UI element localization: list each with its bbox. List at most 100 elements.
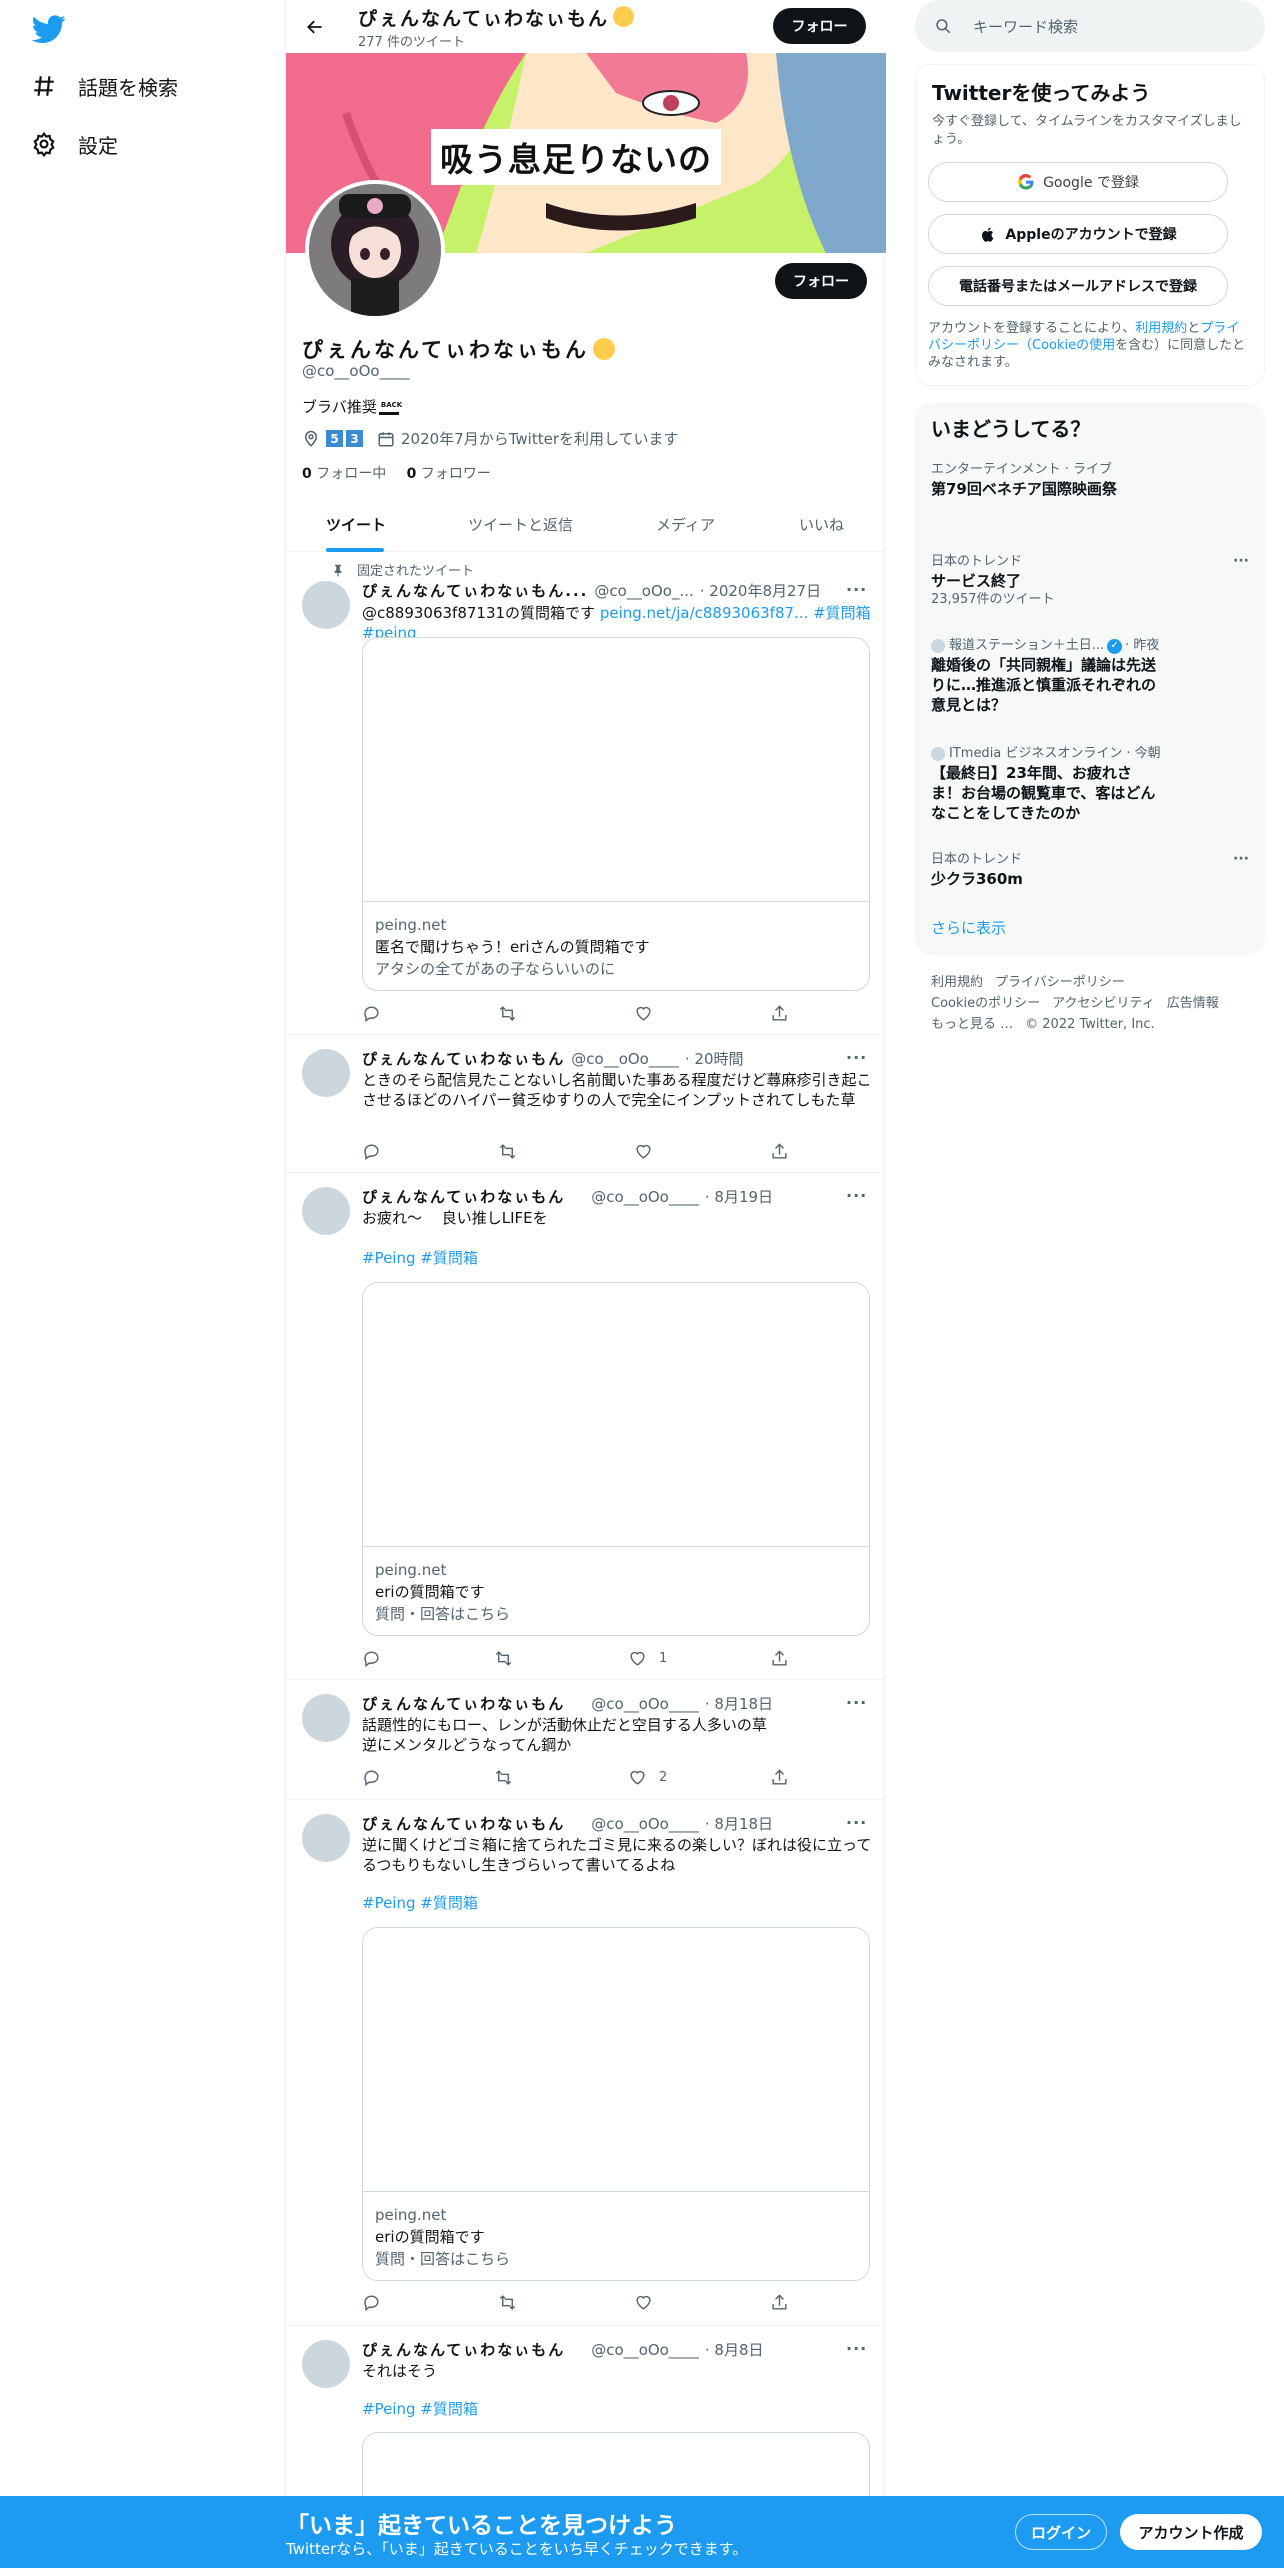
footer-link[interactable]: プライバシーポリシー <box>995 975 1125 990</box>
tab-tweets[interactable]: ツイート <box>326 514 386 535</box>
footer-link[interactable]: アクセシビリティ <box>1052 996 1155 1011</box>
tweet-author-name[interactable]: ぴぇんなんてぃわなぃもん... <box>362 580 588 601</box>
link-card[interactable]: peing.net eriの質問箱です 質問・回答はこちら <box>362 1927 870 2281</box>
tweet-author-handle[interactable]: @co__oOo____ <box>591 1815 699 1833</box>
twitter-logo-icon[interactable] <box>31 12 66 46</box>
share-button[interactable] <box>770 1647 789 1669</box>
tweet[interactable]: ぴぇんなんてぃわなぃもん @co__oOo____ · 8月18日 ··· 話題… <box>286 1680 886 1800</box>
tweet-hashtags[interactable]: #Peing #質問箱 <box>362 1893 872 1913</box>
like-button[interactable] <box>634 2291 665 2313</box>
tweet-author-handle[interactable]: @co__oOo_... <box>594 582 693 600</box>
share-button[interactable] <box>770 1766 789 1788</box>
show-more-link[interactable]: さらに表示 <box>931 917 1006 938</box>
retweet-button[interactable] <box>498 2291 517 2313</box>
retweet-button[interactable] <box>494 1647 513 1669</box>
more-options-icon[interactable]: ··· <box>846 1186 870 1206</box>
terms-link[interactable]: 利用規約 <box>1135 321 1187 336</box>
tweet-avatar[interactable] <box>302 1694 350 1742</box>
reply-button[interactable] <box>362 1140 381 1162</box>
tweet[interactable]: ぴぇんなんてぃわなぃもん @co__oOo____ · 8月18日 ··· 逆に… <box>286 1800 886 2326</box>
share-button[interactable] <box>770 1002 789 1024</box>
apple-signup-button[interactable]: Appleのアカウントで登録 <box>928 214 1228 254</box>
profile-follow-button[interactable]: フォロー <box>775 263 867 299</box>
share-button[interactable] <box>770 2291 789 2313</box>
share-button[interactable] <box>770 1140 789 1162</box>
bottom-bar-subtitle: Twitterなら、「いま」起きていることをいち早くチェックできます。 <box>286 2540 748 2558</box>
more-options-icon[interactable]: ··· <box>846 1693 870 1713</box>
card-title: 匿名で聞けちゃう！eriさんの質問箱です <box>375 938 650 956</box>
trend-name: サービス終了 <box>931 572 1022 590</box>
tweet-author-name[interactable]: ぴぇんなんてぃわなぃもん <box>362 1693 565 1714</box>
retweet-button[interactable] <box>498 1002 517 1024</box>
followers-link[interactable]: 0 フォロワー <box>407 466 491 482</box>
nav-settings[interactable]: 設定 <box>30 124 118 164</box>
reply-button[interactable] <box>362 1647 381 1669</box>
more-options-icon[interactable]: ··· <box>1233 851 1249 867</box>
more-options-icon[interactable]: ··· <box>846 580 870 600</box>
tweet-hashtags[interactable]: #Peing #質問箱 <box>362 2399 872 2419</box>
back-arrow-icon[interactable] <box>298 10 332 44</box>
following-link[interactable]: 0 フォロー中 <box>302 466 386 482</box>
tweet-author-name[interactable]: ぴぇんなんてぃわなぃもん <box>362 1813 565 1834</box>
like-button[interactable] <box>634 1140 665 1162</box>
search-input[interactable]: キーワード検索 <box>973 16 1078 37</box>
more-options-icon[interactable]: ··· <box>846 1813 870 1833</box>
footer-link[interactable]: Cookieのポリシー <box>931 996 1040 1011</box>
phone-email-signup-button[interactable]: 電話番号またはメールアドレスで登録 <box>928 266 1228 306</box>
tweet-date[interactable]: · 20時間 <box>685 1048 744 1069</box>
like-button[interactable] <box>634 1002 665 1024</box>
like-button[interactable]: 1 <box>628 1647 667 1669</box>
more-options-icon[interactable]: ··· <box>846 1048 870 1068</box>
tweet-author-name[interactable]: ぴぇんなんてぃわなぃもん <box>362 1186 565 1207</box>
trend-item[interactable]: 日本のトレンド 少クラ360m ··· <box>931 851 1249 889</box>
tweet-author-handle[interactable]: @co__oOo____ <box>591 1188 699 1206</box>
search-box[interactable]: キーワード検索 <box>915 0 1265 52</box>
tweet-date[interactable]: · 8月19日 <box>705 1186 773 1207</box>
tweet-author-handle[interactable]: @co__oOo____ <box>571 1050 679 1068</box>
reply-button[interactable] <box>362 2291 381 2313</box>
tweet-author-handle[interactable]: @co__oOo____ <box>591 2341 699 2359</box>
more-options-icon[interactable]: ··· <box>846 2339 870 2359</box>
profile-handle: @co__oOo____ <box>302 362 410 380</box>
tweet-author-name[interactable]: ぴぇんなんてぃわなぃもん <box>362 2339 565 2360</box>
footer-link[interactable]: 利用規約 <box>931 975 983 990</box>
tweet-avatar[interactable] <box>302 581 350 629</box>
retweet-button[interactable] <box>494 1766 513 1788</box>
tweet-avatar[interactable] <box>302 1814 350 1862</box>
tweet-hashtags[interactable]: #Peing #質問箱 <box>362 1248 872 1268</box>
nav-explore[interactable]: 話題を検索 <box>30 66 178 106</box>
profile-avatar[interactable] <box>305 180 445 320</box>
tab-media[interactable]: メディア <box>656 514 715 535</box>
trend-item[interactable]: ITmedia ビジネスオンライン · 今朝 【最終日】23年間、お疲れさま！お台… <box>931 745 1249 823</box>
link-card[interactable]: peing.net eriの質問箱です 質問・回答はこちら <box>362 1282 870 1636</box>
footer-link[interactable]: 広告情報 <box>1167 996 1219 1011</box>
tweet[interactable]: 固定されたツイート ぴぇんなんてぃわなぃもん... @co__oOo_... ·… <box>286 553 886 1035</box>
footer-more-link[interactable]: もっと見る … <box>931 1017 1013 1032</box>
reply-button[interactable] <box>362 1002 381 1024</box>
reply-button[interactable] <box>362 1766 381 1788</box>
trend-item[interactable]: エンターテインメント · ライブ 第79回ベネチア国際映画祭 <box>931 461 1249 499</box>
header-follow-button[interactable]: フォロー <box>773 8 866 44</box>
tab-tweets-and-replies[interactable]: ツイートと返信 <box>468 514 573 535</box>
tweet-avatar[interactable] <box>302 1049 350 1097</box>
link-card[interactable]: peing.net 匿名で聞けちゃう！eriさんの質問箱です アタシの全てがあの… <box>362 637 870 991</box>
google-signup-button[interactable]: Google で登録 <box>928 162 1228 202</box>
tweet[interactable]: ぴぇんなんてぃわなぃもん @co__oOo____ · 20時間 ··· ときの… <box>286 1035 886 1173</box>
tweet-avatar[interactable] <box>302 1187 350 1235</box>
tweet-date[interactable]: · 8月18日 <box>705 1693 773 1714</box>
tweet-avatar[interactable] <box>302 2340 350 2388</box>
tweet-date[interactable]: · 8月8日 <box>705 2339 764 2360</box>
trend-item[interactable]: 報道ステーション＋土日... ✓ · 昨夜 離婚後の「共同親権」議論は先送りに…推進… <box>931 637 1249 715</box>
tab-likes[interactable]: いいね <box>799 514 844 535</box>
login-button[interactable]: ログイン <box>1015 2514 1107 2550</box>
tweet-date[interactable]: · 8月18日 <box>705 1813 773 1834</box>
more-options-icon[interactable]: ··· <box>1233 553 1249 569</box>
create-account-button[interactable]: アカウント作成 <box>1120 2514 1262 2550</box>
tweet[interactable]: ぴぇんなんてぃわなぃもん @co__oOo____ · 8月19日 ··· お疲… <box>286 1173 886 1680</box>
tweet-date[interactable]: · 2020年8月27日 <box>700 580 821 601</box>
like-button[interactable]: 2 <box>628 1766 667 1788</box>
retweet-button[interactable] <box>498 1140 517 1162</box>
tweet-author-handle[interactable]: @co__oOo____ <box>591 1695 699 1713</box>
trend-item[interactable]: 日本のトレンド サービス終了 23,957件のツイート ··· <box>931 553 1249 609</box>
tweet-author-name[interactable]: ぴぇんなんてぃわなぃもん <box>362 1048 565 1069</box>
